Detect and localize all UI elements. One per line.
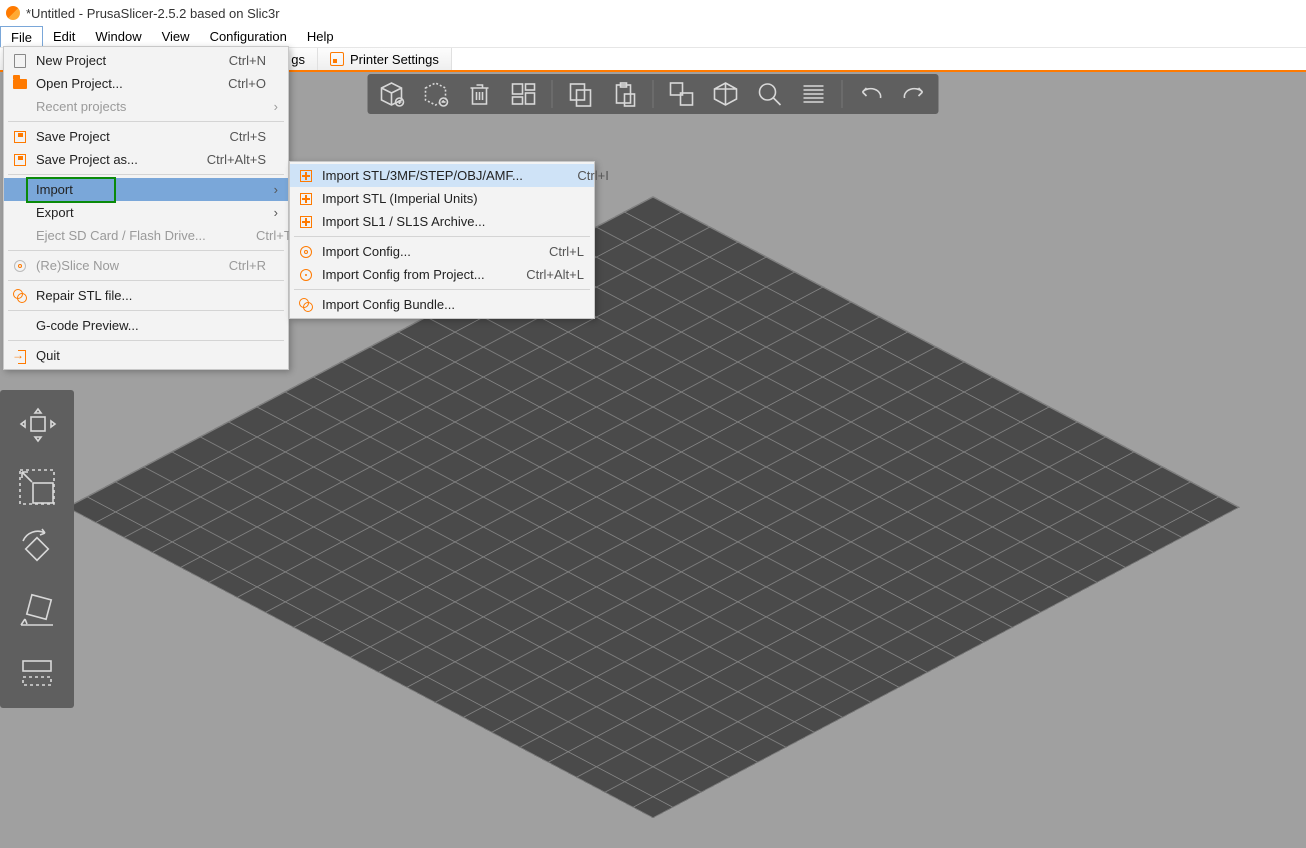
window-title: *Untitled - PrusaSlicer-2.5.2 based on S… bbox=[26, 6, 280, 21]
delete-object-button[interactable] bbox=[420, 78, 452, 110]
save-as-icon bbox=[10, 152, 30, 168]
instance-add-button[interactable] bbox=[666, 78, 698, 110]
search-button[interactable] bbox=[754, 78, 786, 110]
folder-open-icon bbox=[10, 76, 30, 92]
menu-import-stl-3mf[interactable]: Import STL/3MF/STEP/OBJ/AMF...Ctrl+I bbox=[290, 164, 594, 187]
toolbar-separator bbox=[552, 80, 553, 108]
menu-reslice[interactable]: (Re)Slice NowCtrl+R bbox=[4, 254, 288, 277]
menu-import-stl-imperial[interactable]: Import STL (Imperial Units) bbox=[290, 187, 594, 210]
variable-layer-button[interactable] bbox=[798, 78, 830, 110]
side-toolbar bbox=[0, 390, 74, 708]
tab-partial-label: gs bbox=[291, 52, 305, 67]
menu-bar: File Edit Window View Configuration Help bbox=[0, 26, 1306, 48]
import-config-project-icon bbox=[296, 267, 316, 283]
menu-import-config-from-project[interactable]: Import Config from Project...Ctrl+Alt+L bbox=[290, 263, 594, 286]
menu-save-project-as[interactable]: Save Project as...Ctrl+Alt+S bbox=[4, 148, 288, 171]
menu-gcode-preview[interactable]: G-code Preview... bbox=[4, 314, 288, 337]
menu-repair-stl[interactable]: Repair STL file... bbox=[4, 284, 288, 307]
tab-printer-label: Printer Settings bbox=[350, 52, 439, 67]
import-bundle-icon bbox=[296, 297, 316, 313]
repair-icon bbox=[10, 288, 30, 304]
cut-tool[interactable] bbox=[10, 650, 64, 696]
split-button[interactable] bbox=[710, 78, 742, 110]
menu-configuration[interactable]: Configuration bbox=[200, 26, 297, 47]
arrange-button[interactable] bbox=[508, 78, 540, 110]
menu-new-project[interactable]: New ProjectCtrl+N bbox=[4, 49, 288, 72]
copy-button[interactable] bbox=[565, 78, 597, 110]
move-tool[interactable] bbox=[10, 402, 64, 448]
menu-recent-projects[interactable]: Recent projects› bbox=[4, 95, 288, 118]
scale-tool[interactable] bbox=[10, 464, 64, 510]
top-toolbar bbox=[368, 74, 939, 114]
menu-quit[interactable]: Quit bbox=[4, 344, 288, 367]
undo-button[interactable] bbox=[855, 78, 887, 110]
save-icon bbox=[10, 129, 30, 145]
toolbar-separator-3 bbox=[842, 80, 843, 108]
file-menu-dropdown: New ProjectCtrl+N Open Project...Ctrl+O … bbox=[3, 46, 289, 370]
new-file-icon bbox=[10, 53, 30, 69]
reslice-icon bbox=[10, 258, 30, 274]
menu-export[interactable]: Export› bbox=[4, 201, 288, 224]
menu-edit[interactable]: Edit bbox=[43, 26, 85, 47]
menu-file[interactable]: File bbox=[0, 26, 43, 47]
menu-import-sl1[interactable]: Import SL1 / SL1S Archive... bbox=[290, 210, 594, 233]
menu-import-config[interactable]: Import Config...Ctrl+L bbox=[290, 240, 594, 263]
place-on-face-tool[interactable] bbox=[10, 588, 64, 634]
delete-all-button[interactable] bbox=[464, 78, 496, 110]
redo-button[interactable] bbox=[899, 78, 931, 110]
menu-window[interactable]: Window bbox=[85, 26, 151, 47]
app-logo-icon bbox=[6, 6, 20, 20]
toolbar-separator-2 bbox=[653, 80, 654, 108]
menu-eject-sd[interactable]: Eject SD Card / Flash Drive...Ctrl+T bbox=[4, 224, 288, 247]
rotate-tool[interactable] bbox=[10, 526, 64, 572]
paste-button[interactable] bbox=[609, 78, 641, 110]
import-submenu: Import STL/3MF/STEP/OBJ/AMF...Ctrl+I Imp… bbox=[289, 161, 595, 319]
menu-save-project[interactable]: Save ProjectCtrl+S bbox=[4, 125, 288, 148]
menu-import[interactable]: Import› bbox=[4, 178, 288, 201]
printer-settings-icon bbox=[330, 52, 344, 66]
import-add-icon-3 bbox=[296, 214, 316, 230]
title-bar: *Untitled - PrusaSlicer-2.5.2 based on S… bbox=[0, 0, 1306, 26]
menu-import-config-bundle[interactable]: Import Config Bundle... bbox=[290, 293, 594, 316]
tab-printer-settings[interactable]: Printer Settings bbox=[318, 48, 452, 70]
add-object-button[interactable] bbox=[376, 78, 408, 110]
import-add-icon-2 bbox=[296, 191, 316, 207]
menu-view[interactable]: View bbox=[152, 26, 200, 47]
import-add-icon bbox=[296, 168, 316, 184]
quit-icon bbox=[10, 348, 30, 364]
import-config-icon bbox=[296, 244, 316, 260]
menu-open-project[interactable]: Open Project...Ctrl+O bbox=[4, 72, 288, 95]
menu-help[interactable]: Help bbox=[297, 26, 344, 47]
